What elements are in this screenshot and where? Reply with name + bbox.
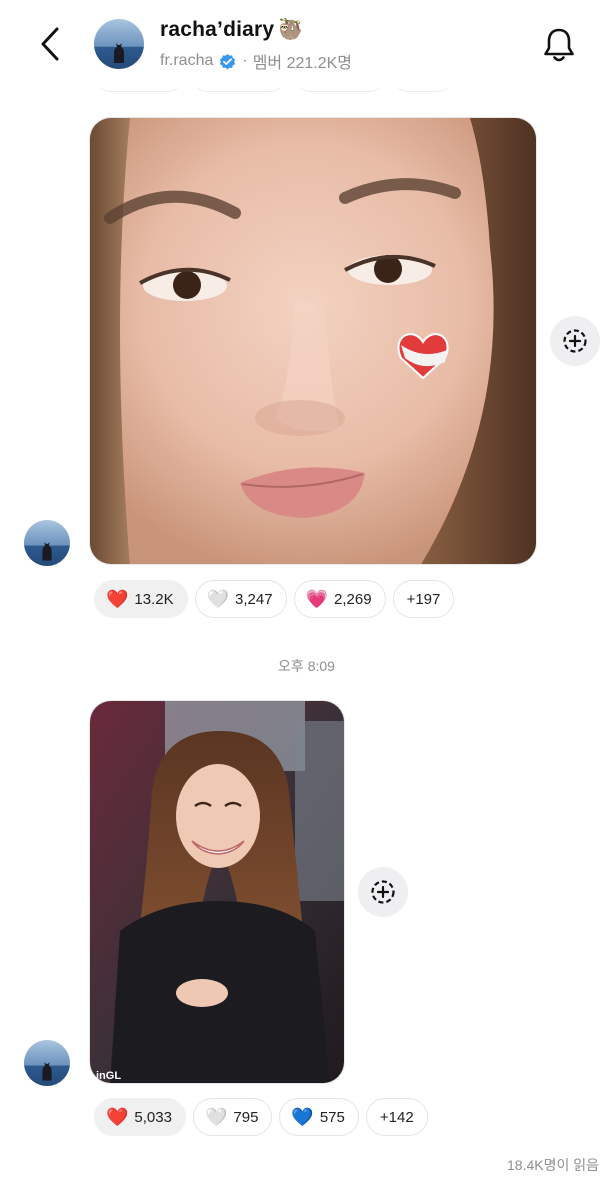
reaction-chip-red-heart[interactable]: ❤️ 13.2K — [94, 580, 188, 618]
message-timestamp: 오후 8:09 — [278, 658, 335, 674]
separator-dot: · — [242, 52, 248, 69]
bell-icon — [544, 28, 574, 62]
reaction-count: 3,247 — [235, 590, 273, 608]
more-reactions-count: +142 — [379, 1108, 414, 1126]
channel-name: racha’diary — [160, 18, 275, 41]
read-count: 18.4K명이 읽음 — [507, 1157, 599, 1173]
notification-button[interactable] — [538, 24, 580, 66]
reaction-bar: ❤️ 13.2K 🤍 3,247 💗 2,269 +197 — [94, 580, 455, 618]
add-circle-dashed-icon — [563, 329, 587, 353]
sloth-emoji: 🦥 — [278, 19, 304, 41]
more-reactions-chip[interactable]: +142 — [365, 1098, 428, 1136]
reaction-bar: ❤️ 5,033 🤍 795 💙 575 +142 — [94, 1098, 428, 1136]
chat-header: racha’diary 🦥 fr.racha · 멤버 221.2K명 — [0, 0, 613, 88]
photo-message-selfie[interactable] — [89, 117, 537, 565]
chevron-left-icon — [41, 27, 59, 61]
reaction-chip-white-heart[interactable]: 🤍 795 — [192, 1098, 273, 1136]
channel-handle: fr.racha — [160, 52, 214, 69]
watermark-text: inGL — [96, 1070, 121, 1082]
reaction-chip-blue-heart[interactable]: 💙 575 — [279, 1098, 359, 1136]
reaction-chip-red-heart[interactable]: ❤️ 5,033 — [94, 1098, 186, 1136]
more-reactions-count: +197 — [406, 590, 441, 608]
member-count: 멤버 221.2K명 — [252, 55, 353, 72]
white-heart-emoji: 🤍 — [206, 589, 230, 609]
save-to-story-button[interactable] — [358, 867, 408, 917]
photo-message-portrait[interactable]: inGL — [89, 700, 345, 1084]
reaction-count: 2,269 — [334, 590, 372, 608]
save-to-story-button[interactable] — [550, 316, 600, 366]
channel-title: racha’diary 🦥 — [160, 18, 303, 42]
pink-heart-emoji: 💗 — [305, 589, 329, 609]
blue-heart-emoji: 💙 — [291, 1107, 314, 1127]
reaction-count: 575 — [319, 1108, 345, 1126]
channel-avatar[interactable] — [94, 19, 144, 69]
add-circle-dashed-icon — [371, 880, 395, 904]
back-button[interactable] — [30, 24, 70, 64]
sender-avatar[interactable] — [24, 1040, 70, 1086]
reaction-chip-white-heart[interactable]: 🤍 3,247 — [194, 580, 287, 618]
sender-avatar[interactable] — [24, 520, 70, 566]
verified-badge-icon — [220, 53, 236, 69]
red-heart-emoji: ❤️ — [106, 589, 129, 609]
white-heart-emoji: 🤍 — [204, 1107, 228, 1127]
reaction-count: 13.2K — [134, 590, 174, 608]
red-heart-emoji: ❤️ — [106, 1107, 129, 1127]
more-reactions-chip[interactable]: +197 — [392, 580, 455, 618]
channel-subtitle: fr.racha · 멤버 221.2K명 — [160, 49, 352, 73]
reaction-count: 5,033 — [134, 1108, 172, 1126]
reaction-count: 795 — [233, 1108, 259, 1126]
reaction-chip-pink-heart[interactable]: 💗 2,269 — [293, 580, 386, 618]
